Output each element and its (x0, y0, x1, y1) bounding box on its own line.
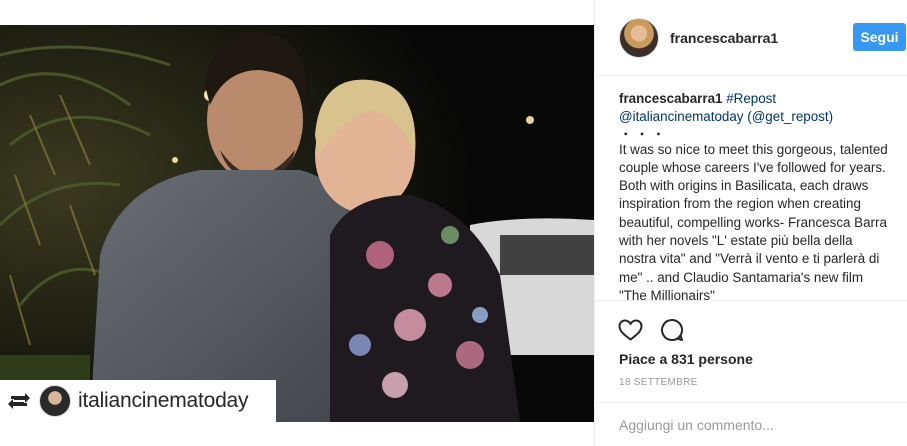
repost-attribution[interactable]: italiancinematoday (0, 380, 276, 422)
post-media: italiancinematoday (0, 0, 594, 446)
post-side-panel: francescabarra1 Segui francescabarra1 #R… (594, 0, 907, 446)
repost-username: italiancinematoday (78, 389, 249, 412)
avatar[interactable] (619, 17, 659, 58)
caption-username[interactable]: francescabarra1 (619, 91, 722, 106)
post-header: francescabarra1 Segui (595, 0, 907, 76)
heart-icon (617, 319, 643, 341)
caption-mention[interactable]: @italiancinematoday (619, 109, 744, 124)
post-actions: Piace a 831 persone 18 SETTEMBRE (595, 300, 907, 418)
follow-button[interactable]: Segui (853, 23, 906, 51)
likes-count[interactable]: Piace a 831 persone (619, 351, 753, 367)
caption-text: It was so nice to meet this gorgeous, ta… (619, 141, 888, 303)
action-row (617, 317, 701, 343)
comment-button[interactable] (659, 317, 685, 343)
comment-bar (595, 402, 907, 446)
comment-input[interactable] (619, 416, 879, 433)
caption-via[interactable]: (@get_repost) (747, 109, 833, 124)
repost-icon (6, 388, 32, 414)
post-photo[interactable] (0, 25, 594, 422)
repost-avatar (39, 385, 71, 417)
post-date[interactable]: 18 SETTEMBRE (619, 377, 698, 388)
like-button[interactable] (617, 317, 643, 343)
caption-separator: ・・・ (619, 126, 669, 142)
photo-illustration (0, 25, 594, 422)
post-caption: francescabarra1 #Repost @italiancinemato… (619, 90, 889, 305)
comment-bubble-icon (661, 318, 684, 341)
caption-hashtag[interactable]: #Repost (726, 91, 776, 106)
header-username[interactable]: francescabarra1 (670, 30, 778, 46)
